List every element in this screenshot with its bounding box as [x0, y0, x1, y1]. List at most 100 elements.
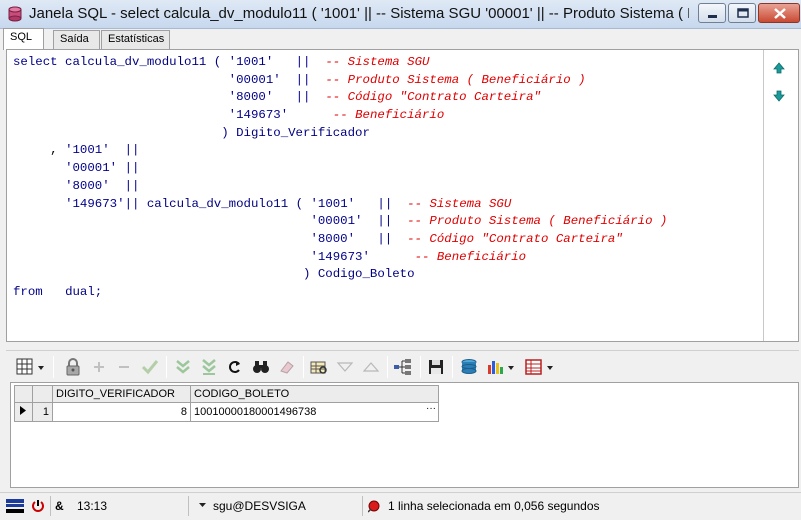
current-row-arrow-icon: [20, 406, 26, 415]
clear-button[interactable]: [276, 357, 298, 377]
arrow-down-icon[interactable]: [771, 88, 787, 104]
tab-sql[interactable]: SQL: [3, 28, 44, 50]
code-token: -- Sistema SGU: [325, 55, 430, 69]
splitter[interactable]: [0, 343, 801, 349]
code-token: -- Código "Contrato Carteira": [407, 231, 623, 246]
code-line: ) Digito_Verificador: [13, 125, 763, 143]
code-token: ,: [13, 143, 66, 158]
code-token: '149673': [310, 249, 370, 264]
minimize-button[interactable]: [698, 3, 726, 23]
status-bar: & 13:13 sgu@DESVSIGA 1 linha selecionada…: [0, 492, 801, 520]
code-token: '8000': [310, 231, 356, 246]
tab-estatisticas[interactable]: Estatísticas: [101, 30, 170, 49]
column-header-label: DIGITO_VERIFICADOR: [56, 388, 175, 400]
chart-button[interactable]: [486, 357, 520, 377]
autocommit-toggle[interactable]: [31, 495, 47, 517]
code-token: ||: [124, 196, 140, 211]
find-button[interactable]: [250, 357, 272, 377]
code-token: select: [13, 55, 58, 69]
row-number-header: [32, 385, 53, 403]
code-token: dual;: [65, 284, 103, 299]
connection-name[interactable]: sgu@DESVSIGA: [213, 495, 333, 517]
results-grid[interactable]: DIGITO_VERIFICADOR CODIGO_BOLETO 1 8 100…: [14, 385, 439, 422]
close-icon: [774, 8, 786, 19]
tab-saida[interactable]: Saída: [53, 30, 100, 49]
record-navigator-button[interactable]: [392, 357, 414, 377]
code-token: ||: [377, 196, 393, 211]
save-button[interactable]: [425, 357, 447, 377]
code-token: -- Produto Sistema ( Beneficiário ): [407, 214, 668, 229]
checkmark-icon: [141, 360, 159, 375]
code-token: ||: [124, 178, 140, 193]
grid-header-row: DIGITO_VERIFICADOR CODIGO_BOLETO: [14, 385, 439, 403]
ellipsis-button[interactable]: ···: [426, 403, 436, 414]
code-token: calcula_dv_modulo11 (: [57, 55, 229, 69]
table-cell[interactable]: 10010000180001496738 ···: [190, 402, 439, 422]
code-token: ||: [124, 161, 140, 176]
code-token: ) Codigo_Boleto: [303, 267, 415, 282]
table-cell-value: 10010000180001496738: [194, 406, 317, 418]
status-led-icon: [367, 495, 384, 517]
table-cell[interactable]: 8: [52, 402, 191, 422]
tab-estatisticas-label: Estatísticas: [108, 33, 165, 45]
post-changes-button[interactable]: [139, 357, 161, 377]
code-line: '00001' ||: [13, 160, 763, 178]
filter-up-button[interactable]: [360, 357, 382, 377]
code-line: , '1001' ||: [13, 142, 763, 160]
code-token: '00001': [228, 72, 281, 87]
maximize-icon: [737, 8, 749, 18]
code-token: '1001': [310, 196, 356, 211]
chevrons-down-end-icon: [202, 359, 216, 375]
maximize-button[interactable]: [728, 3, 756, 23]
code-line: '00001' || -- Produto Sistema ( Benefici…: [13, 72, 763, 90]
code-token: ) Digito_Verificador: [221, 125, 370, 140]
code-line: '8000' ||: [13, 178, 763, 196]
database-app-icon: [8, 6, 22, 22]
refresh-button[interactable]: [224, 357, 246, 377]
code-line: '149673' -- Beneficiário: [13, 249, 763, 267]
lock-button[interactable]: [62, 357, 84, 377]
column-header-label: CODIGO_BOLETO: [194, 388, 290, 400]
connection-dropdown-button[interactable]: [198, 495, 208, 517]
code-token: -- Produto Sistema ( Beneficiário ): [325, 72, 586, 87]
query-by-example-button[interactable]: [308, 357, 330, 377]
column-header[interactable]: CODIGO_BOLETO: [190, 385, 439, 403]
grid-select-button[interactable]: [14, 357, 48, 377]
session-indicator[interactable]: [6, 495, 26, 517]
insert-row-button[interactable]: [88, 357, 110, 377]
code-token: '00001': [65, 161, 118, 176]
report-button[interactable]: [524, 357, 558, 377]
tab-bar: SQL Saída Estatísticas: [0, 28, 801, 50]
fetch-last-button[interactable]: [198, 357, 220, 377]
export-button[interactable]: [458, 357, 480, 377]
code-line: from dual;: [13, 284, 763, 302]
sql-editor[interactable]: select calcula_dv_modulo11 ( '1001' || -…: [7, 50, 764, 341]
code-line: ) Codigo_Boleto: [13, 266, 763, 284]
tree-icon: [394, 359, 411, 375]
results-grid-area: DIGITO_VERIFICADOR CODIGO_BOLETO 1 8 100…: [10, 382, 799, 488]
close-button[interactable]: [758, 3, 800, 23]
arrow-up-icon[interactable]: [771, 60, 787, 76]
filter-down-button[interactable]: [334, 357, 356, 377]
table-row[interactable]: 1 8 10010000180001496738 ···: [14, 402, 439, 422]
tab-saida-label: Saída: [60, 33, 89, 45]
delete-row-button[interactable]: [113, 357, 135, 377]
column-header[interactable]: DIGITO_VERIFICADOR: [52, 385, 191, 403]
fetch-next-button[interactable]: [172, 357, 194, 377]
code-token: '8000': [228, 90, 274, 105]
database-icon: [461, 359, 477, 374]
code-line: '149673' -- Beneficiário: [13, 107, 763, 125]
